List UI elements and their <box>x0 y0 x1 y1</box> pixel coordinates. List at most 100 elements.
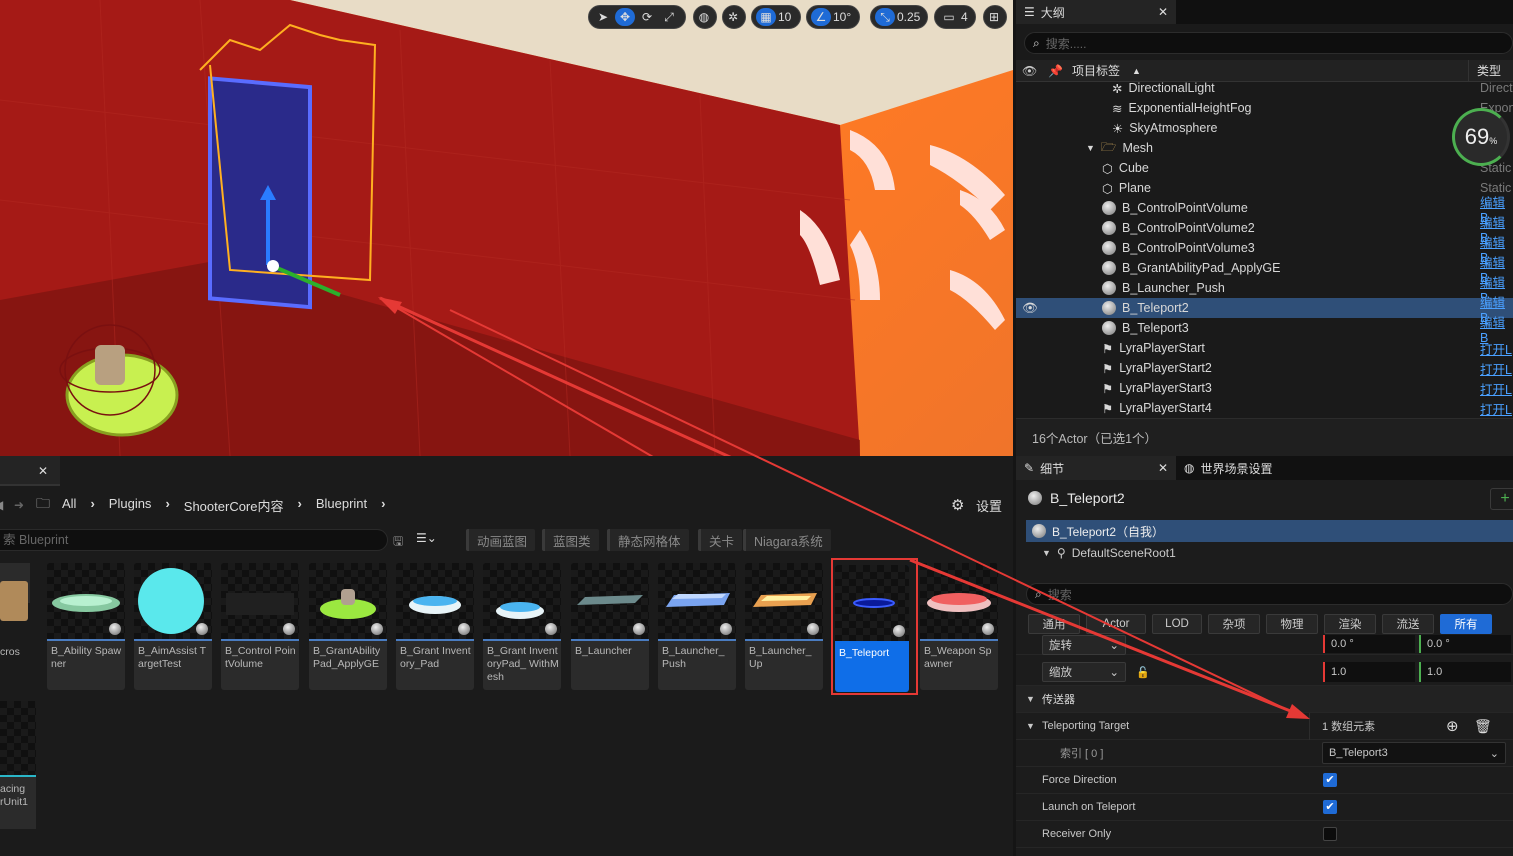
details-search[interactable]: ⌕ 搜索 <box>1026 583 1513 605</box>
trash-icon[interactable]: 🗑 <box>1474 718 1492 735</box>
back-icon[interactable]: ◀ <box>0 498 3 512</box>
outliner-row[interactable]: B_ControlPointVolume2 编辑B <box>1016 216 1513 245</box>
filter-chip[interactable]: 通用 <box>1028 614 1080 634</box>
outliner-row[interactable]: ⬡ Cube Static <box>1016 158 1513 178</box>
type-filter-chip[interactable]: 动画蓝图 <box>466 529 536 551</box>
visibility-eye-icon[interactable]: 👁 <box>1022 301 1038 316</box>
outliner-row[interactable]: B_ControlPointVolume3 编辑B <box>1016 236 1513 265</box>
breadcrumb-item[interactable]: Blueprint <box>316 496 367 515</box>
column-type-header[interactable]: 类型 <box>1468 59 1501 82</box>
camera-speed-control[interactable]: ▭ 4 <box>934 5 976 29</box>
asset-tile[interactable]: B_GrantAbility Pad_ApplyGE <box>309 563 387 690</box>
column-label-header[interactable]: 项目标签 <box>1072 62 1120 79</box>
rotation-dropdown[interactable]: 旋转 ⌄ <box>1042 635 1126 655</box>
outliner-item-type[interactable]: 打开L <box>1480 339 1512 358</box>
force-direction-checkbox[interactable]: ✔ <box>1323 773 1337 787</box>
forward-icon[interactable]: ➜ <box>14 498 24 512</box>
scale-x-field[interactable]: 1.0 <box>1323 662 1415 682</box>
asset-tile[interactable]: B_Control PointVolume <box>221 563 299 690</box>
outliner-search[interactable]: ⌕ 搜索..... <box>1024 32 1513 54</box>
type-filter-chip[interactable]: 静态网格体 <box>607 529 689 551</box>
outliner-item-type[interactable]: 打开L <box>1480 379 1512 398</box>
close-icon[interactable]: ✕ <box>38 464 48 478</box>
partial-asset-2[interactable]: acing rUnit1 <box>0 701 36 829</box>
rotation-snap-control[interactable]: ∠ 10° <box>806 5 860 29</box>
gear-icon[interactable]: ⚙ <box>951 496 964 514</box>
outliner-row[interactable]: ✲ DirectionalLight Direct <box>1016 80 1513 98</box>
lock-icon[interactable]: 🔓 <box>1136 666 1150 679</box>
asset-tile[interactable]: B_Grant Inventory_Pad <box>396 563 474 690</box>
filter-chip[interactable]: 所有 <box>1440 614 1492 634</box>
asset-tile[interactable]: B_Launcher_ Up <box>745 563 823 690</box>
grid-snap-control[interactable]: ▦ 10 <box>751 5 801 29</box>
world-local-toggle[interactable]: ◍ <box>693 5 717 29</box>
launch-on-teleport-checkbox[interactable]: ✔ <box>1323 800 1337 814</box>
select-mode-icon[interactable]: ➤ <box>593 8 613 26</box>
translate-mode-icon[interactable]: ✥ <box>615 8 635 26</box>
outliner-row[interactable]: ⚑ LyraPlayerStart3 打开L <box>1016 378 1513 398</box>
outliner-row[interactable]: B_Teleport3 编辑B <box>1016 316 1513 345</box>
outliner-row[interactable]: B_Launcher_Push编辑B <box>1016 276 1513 305</box>
asset-tile[interactable]: B_AimAssist TargetTest <box>134 563 212 690</box>
expand-arrow-icon[interactable]: ▼ <box>1026 721 1035 731</box>
outliner-item-type[interactable]: 打开L <box>1480 399 1512 418</box>
rotate-mode-icon[interactable]: ⟳ <box>637 8 657 26</box>
settings-label[interactable]: 设置 <box>976 496 1002 515</box>
outliner-row[interactable]: B_GrantAbilityPad_ApplyGE 编辑B <box>1016 256 1513 285</box>
teleporter-section-header[interactable]: ▼ 传送器 <box>1016 686 1513 713</box>
visibility-header-icon[interactable]: 👁 <box>1022 64 1037 78</box>
asset-tile[interactable]: B_Ability Spawner <box>47 563 125 690</box>
component-root-row[interactable]: ▼ ⚲ DefaultSceneRoot1 <box>1042 546 1176 560</box>
receiver-only-checkbox[interactable] <box>1323 827 1337 841</box>
surface-snap-toggle[interactable]: ✲ <box>722 5 746 29</box>
outliner-row[interactable]: ⚑ LyraPlayerStart2 打开L <box>1016 358 1513 378</box>
asset-tile[interactable]: B_Teleport <box>835 565 909 692</box>
details-tab[interactable]: ✎ 细节 ✕ <box>1016 456 1176 480</box>
scale-y-field[interactable]: 1.0 <box>1419 662 1511 682</box>
asset-tile[interactable]: B_Launcher <box>571 563 649 690</box>
partial-asset[interactable] <box>0 563 30 621</box>
scale-dropdown[interactable]: 缩放 ⌄ <box>1042 662 1126 682</box>
content-browser-tab[interactable]: ✕ <box>0 456 60 486</box>
outliner-row[interactable]: 👁 B_Teleport2 编辑B <box>1016 296 1513 325</box>
outliner-row[interactable]: B_ControlPointVolume 编辑B <box>1016 196 1513 225</box>
asset-search[interactable]: 索 Blueprint <box>0 529 388 551</box>
filter-chip[interactable]: Actor <box>1086 614 1146 634</box>
filter-chip[interactable]: LOD <box>1152 614 1202 634</box>
breadcrumb-item[interactable]: Plugins <box>109 496 152 515</box>
outliner-row[interactable]: ▼ 🗁 Mesh <box>1016 138 1513 158</box>
close-icon[interactable]: ✕ <box>1158 461 1168 475</box>
scale-snap-control[interactable]: ⤡ 0.25 <box>870 5 928 29</box>
type-filter-chip[interactable]: Niagara系统 <box>743 529 831 551</box>
asset-tile[interactable]: B_Grant InventoryPad_ WithMesh <box>483 563 561 690</box>
pin-header-icon[interactable]: 📌 <box>1048 64 1063 78</box>
expand-arrow-icon[interactable]: ▼ <box>1086 143 1095 153</box>
filter-icon[interactable]: ☰⌄ <box>416 531 437 545</box>
outliner-tab[interactable]: ☰ 大纲 ✕ <box>1016 0 1176 24</box>
scale-mode-icon[interactable]: ⤢ <box>659 8 679 26</box>
asset-tile[interactable]: B_Launcher_ Push <box>658 563 736 690</box>
outliner-item-type[interactable]: 打开L <box>1480 359 1512 378</box>
outliner-row[interactable]: ⬡ Plane Static <box>1016 178 1513 198</box>
level-viewport[interactable]: ➤ ✥ ⟳ ⤢ ◍ ✲ ▦ 10 ∠ 10° ⤡ 0.25 ▭ 4 ⊞ <box>0 0 1013 456</box>
type-filter-chip[interactable]: 蓝图类 <box>542 529 599 551</box>
filter-chip[interactable]: 物理 <box>1266 614 1318 634</box>
rotation-x-field[interactable]: 0.0 ° <box>1323 635 1415 653</box>
outliner-row[interactable]: ≋ ExponentialHeightFog Expon <box>1016 98 1513 118</box>
world-settings-tab[interactable]: ◍ 世界场景设置 <box>1176 456 1316 480</box>
add-element-icon[interactable]: ⊕ <box>1446 717 1459 735</box>
filter-chip[interactable]: 流送 <box>1382 614 1434 634</box>
save-search-icon[interactable]: 🖫 <box>393 532 403 553</box>
outliner-row[interactable]: ☀ SkyAtmosphere <box>1016 118 1513 138</box>
teleport-target-dropdown[interactable]: B_Teleport3 ⌄ <box>1322 742 1506 764</box>
breadcrumb-item[interactable]: ShooterCore内容 <box>184 496 284 515</box>
outliner-row[interactable]: ⚑ LyraPlayerStart4 打开L <box>1016 398 1513 418</box>
filter-chip[interactable]: 杂项 <box>1208 614 1260 634</box>
filter-chip[interactable]: 渲染 <box>1324 614 1376 634</box>
outliner-row[interactable]: ⚑ LyraPlayerStart 打开L <box>1016 338 1513 358</box>
component-self-row[interactable]: B_Teleport2（自我） <box>1026 520 1513 542</box>
rotation-y-field[interactable]: 0.0 ° <box>1419 635 1511 653</box>
viewport-layout-button[interactable]: ⊞ <box>983 5 1007 29</box>
add-component-button[interactable]: + <box>1490 488 1513 510</box>
asset-tile[interactable]: B_Weapon Spawner <box>920 563 998 690</box>
